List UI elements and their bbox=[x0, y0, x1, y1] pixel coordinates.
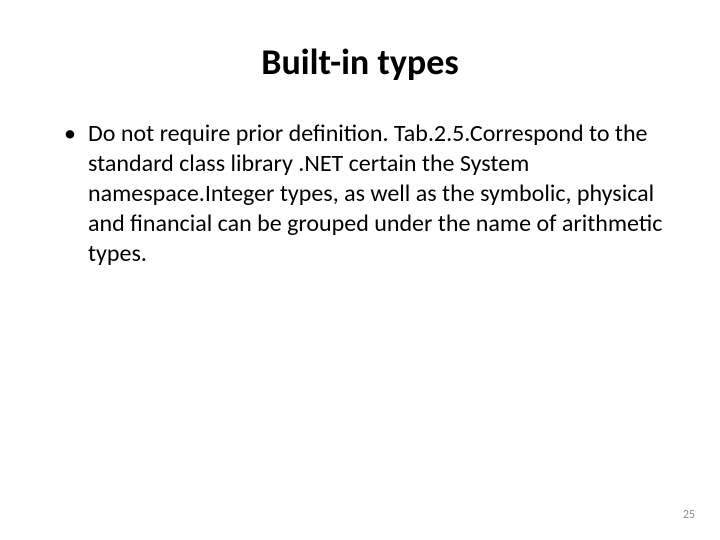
page-number: 25 bbox=[683, 508, 695, 522]
bullet-item: Do not require prior definition. Tab.2.5… bbox=[60, 119, 670, 269]
slide-content: Do not require prior definition. Tab.2.5… bbox=[50, 119, 670, 269]
slide-title: Built-in types bbox=[50, 40, 670, 84]
slide: Built-in types Do not require prior defi… bbox=[0, 0, 720, 540]
bullet-list: Do not require prior definition. Tab.2.5… bbox=[60, 119, 670, 269]
